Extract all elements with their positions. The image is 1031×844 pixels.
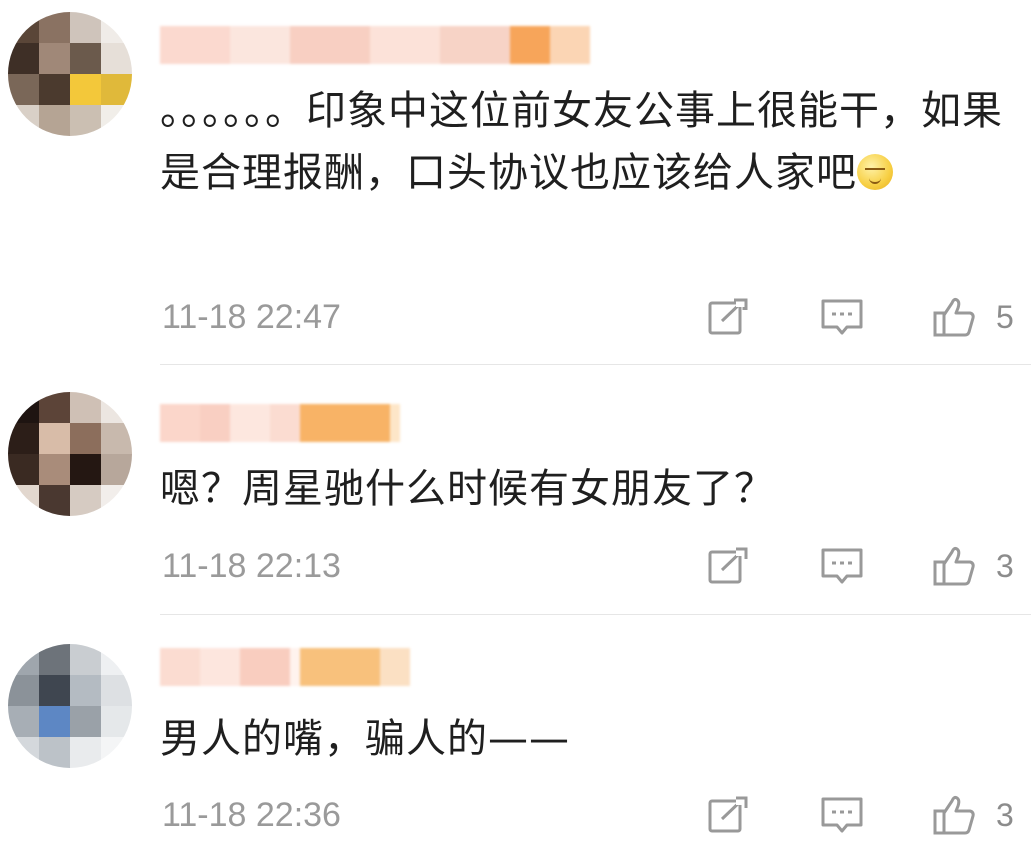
thumbs-up-icon[interactable]	[932, 795, 976, 835]
avatar[interactable]	[8, 644, 132, 768]
comment-icon[interactable]	[820, 795, 864, 835]
like-count: 3	[996, 797, 1014, 833]
comment-meta: 11-18 22:47 5	[0, 292, 1031, 342]
divider	[160, 364, 1031, 365]
username-blurred[interactable]	[160, 648, 410, 686]
comment-text: 男人的嘴，骗人的——	[160, 716, 570, 762]
timestamp: 11-18 22:13	[162, 547, 341, 585]
comment-meta: 11-18 22:36 3	[0, 790, 1031, 840]
timestamp: 11-18 22:47	[162, 298, 341, 336]
comment-text: 。。。。。。印象中这位前女友公事上很能干，如果是合理报酬，口头协议也应该给人家吧	[160, 88, 1003, 196]
like-count: 5	[996, 299, 1014, 335]
thumbs-up-icon[interactable]	[932, 546, 976, 586]
username-blurred[interactable]	[160, 26, 590, 64]
avatar[interactable]	[8, 12, 132, 136]
share-icon[interactable]	[706, 795, 750, 835]
share-icon[interactable]	[706, 546, 750, 586]
comment-text: 嗯？周星驰什么时候有女朋友了？	[160, 466, 775, 512]
share-icon[interactable]	[706, 297, 750, 337]
comment-meta: 11-18 22:13 3	[0, 541, 1031, 591]
comment-icon[interactable]	[820, 546, 864, 586]
dizzy-face-emoji	[857, 154, 893, 190]
username-blurred[interactable]	[160, 404, 400, 442]
avatar[interactable]	[8, 392, 132, 516]
thumbs-up-icon[interactable]	[932, 297, 976, 337]
comment-icon[interactable]	[820, 297, 864, 337]
like-count: 3	[996, 548, 1014, 584]
divider	[160, 614, 1031, 615]
timestamp: 11-18 22:36	[162, 796, 341, 834]
